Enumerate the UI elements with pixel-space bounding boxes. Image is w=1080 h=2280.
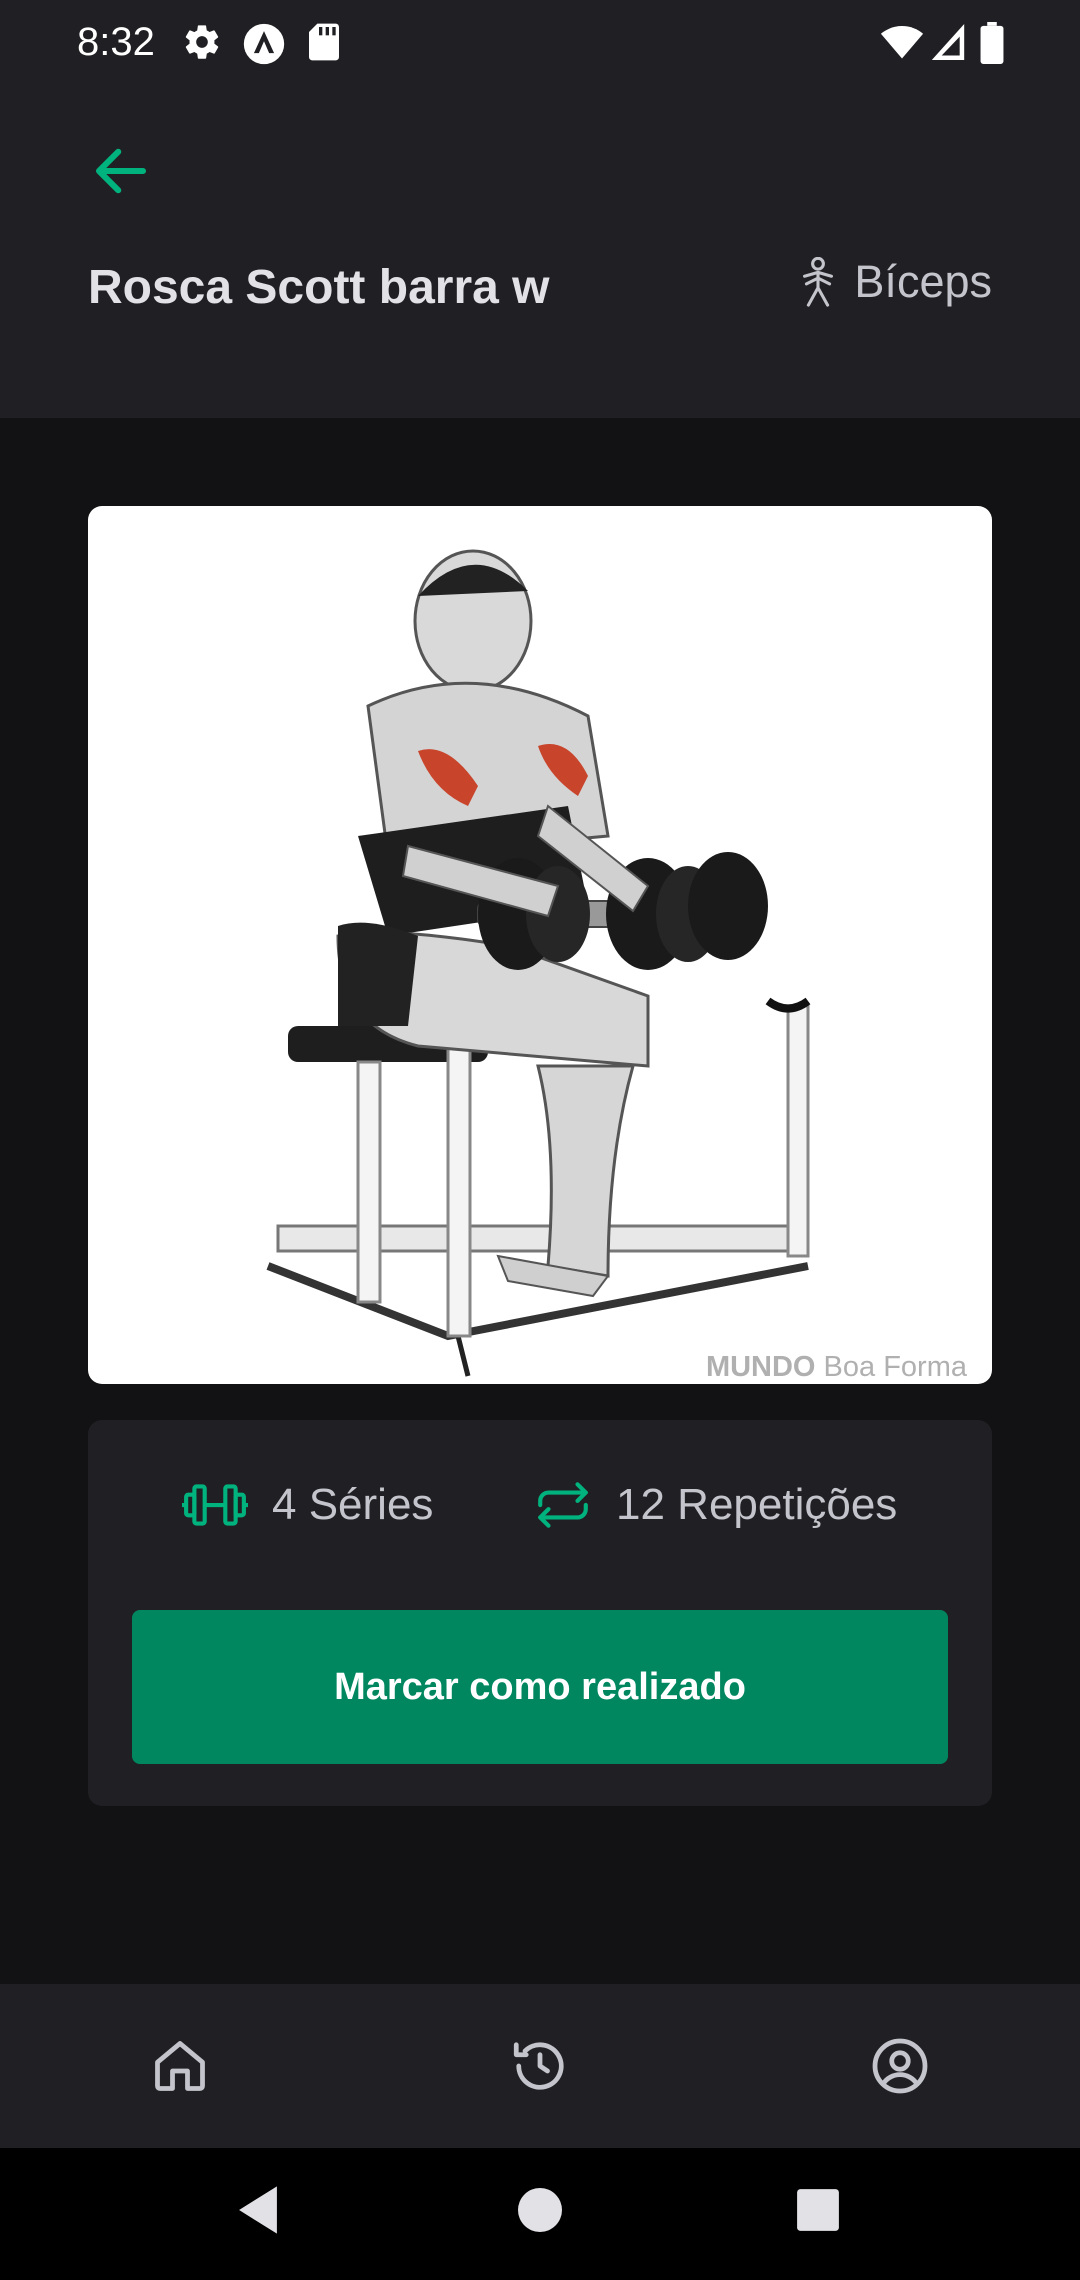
system-recents-icon[interactable]: [796, 2184, 840, 2241]
body-icon: [803, 257, 834, 307]
tab-history[interactable]: [498, 2024, 582, 2108]
muscle-group-label: Bíceps: [854, 256, 992, 307]
signal-icon: [930, 22, 966, 67]
history-icon: [513, 2042, 564, 2090]
repetitions-label: 12 Repetições: [616, 1480, 898, 1529]
exercise-info-card: 4 Séries 12 Repetições Marcar como reali…: [88, 1420, 992, 1806]
image-watermark: MUNDO Boa Forma: [706, 1351, 967, 1384]
home-icon: [155, 2041, 205, 2091]
bottom-tab-bar: [0, 1984, 1080, 2148]
app-notification-icon: [242, 22, 286, 71]
series-stat: 4 Séries: [182, 1480, 433, 1530]
status-bar: 8:32: [0, 0, 1080, 88]
exercise-illustration: [266, 549, 811, 1377]
watermark-light: Boa Forma: [823, 1351, 967, 1383]
wifi-icon: [880, 22, 924, 67]
exercise-header: Rosca Scott barra w Bíceps: [0, 88, 1080, 418]
mark-done-button[interactable]: Marcar como realizado: [132, 1610, 948, 1764]
muscle-group: Bíceps: [800, 256, 992, 308]
exercise-title: Rosca Scott barra w: [88, 261, 550, 314]
battery-icon: [980, 22, 1004, 69]
repeat-icon: [538, 1482, 588, 1528]
dumbbell-icon: [182, 1484, 248, 1526]
settings-icon: [182, 22, 222, 67]
tab-home[interactable]: [138, 2024, 222, 2108]
arrow-left-icon: [95, 148, 147, 194]
repetitions-stat: 12 Repetições: [534, 1480, 897, 1530]
system-navigation-bar: [0, 2148, 1080, 2280]
series-label: 4 Séries: [272, 1480, 434, 1529]
exercise-image: MUNDO Boa Forma: [88, 506, 992, 1384]
watermark-bold: MUNDO: [705, 1351, 816, 1383]
sd-card-icon: [306, 22, 342, 67]
tab-profile[interactable]: [858, 2024, 942, 2108]
status-time: 8:32: [77, 20, 155, 64]
system-home-icon[interactable]: [518, 2184, 562, 2241]
user-circle-icon: [872, 2038, 928, 2094]
system-back-icon[interactable]: [234, 2184, 282, 2241]
back-button[interactable]: [88, 138, 154, 204]
